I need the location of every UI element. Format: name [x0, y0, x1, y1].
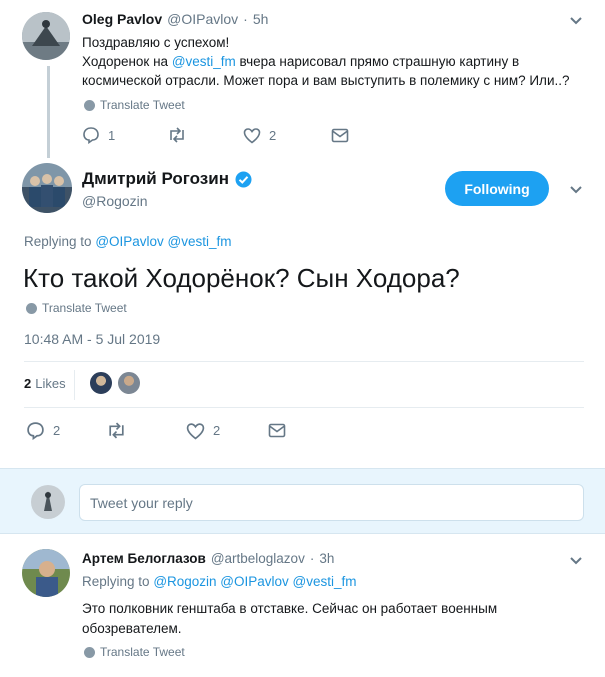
main-menu-chevron-icon[interactable]: [569, 183, 583, 197]
tweet1-text-line2-pre: Ходоренок на: [82, 54, 172, 69]
reply-input[interactable]: Tweet your reply: [79, 484, 584, 521]
verified-badge-icon: [235, 171, 252, 187]
tweet1-translate[interactable]: Translate Tweet: [84, 98, 185, 112]
reply-input-placeholder: Tweet your reply: [90, 494, 193, 511]
main-translate-label: Translate Tweet: [42, 301, 127, 315]
divider: [24, 361, 584, 362]
main-timestamp[interactable]: 10:48 AM - 5 Jul 2019: [24, 331, 160, 347]
composer-avatar[interactable]: [31, 485, 65, 519]
tweet3-handle[interactable]: @artbeloglazov: [211, 551, 305, 566]
tweet1-handle[interactable]: @OIPavlov: [167, 11, 238, 27]
tweet3-dot: ·: [309, 551, 315, 566]
liker-avatar-1[interactable]: [88, 370, 114, 396]
tweet1-time[interactable]: 5h: [253, 11, 269, 27]
globe-icon: [84, 99, 95, 111]
following-button[interactable]: Following: [445, 171, 549, 206]
avatar-artem[interactable]: [22, 549, 70, 597]
likes-stat[interactable]: 2 Likes: [24, 376, 66, 391]
tweet1-translate-label: Translate Tweet: [100, 98, 185, 112]
main-reply-button[interactable]: 2: [26, 421, 106, 440]
tweet3-menu-chevron-icon[interactable]: [569, 554, 583, 568]
globe-icon: [84, 646, 95, 658]
tweet1-text-line1: Поздравляю с успехом!: [82, 35, 230, 50]
thread-line: [47, 66, 50, 158]
retweet-icon: [170, 127, 184, 143]
tweet1-retweet-button[interactable]: [167, 126, 243, 144]
tweet1-text-line2-post: вчера нарисовал прямо страшную картину в: [235, 54, 520, 69]
main-like-button[interactable]: 2: [186, 421, 268, 440]
main-like-count: 2: [213, 423, 221, 438]
heart-icon: [186, 422, 205, 439]
tweet3-replying-label: Replying to: [82, 574, 150, 589]
tweet3-author-name[interactable]: Артем Белоглазов: [82, 551, 206, 566]
main-dm-button[interactable]: [268, 421, 286, 440]
tweet3-replying-mentions[interactable]: @Rogozin @OIPavlov @vesti_fm: [153, 574, 356, 589]
tweet1-like-count: 2: [269, 127, 277, 143]
main-retweet-button[interactable]: [106, 421, 186, 440]
envelope-icon: [268, 423, 286, 438]
main-author-name[interactable]: Дмитрий Рогозин: [82, 169, 229, 189]
tweet1-menu-chevron-icon[interactable]: [569, 14, 583, 28]
avatar-oleg-pavlov[interactable]: [22, 12, 70, 60]
main-tweet-text: Кто такой Ходорёнок? Сын Ходора?: [23, 263, 460, 293]
tweet1-mention-vesti[interactable]: @vesti_fm: [172, 54, 236, 69]
tweet1-reply-count: 1: [108, 127, 116, 143]
tweet3-translate[interactable]: Translate Tweet: [84, 645, 185, 659]
likes-separator: [74, 370, 75, 400]
liker-avatar-2[interactable]: [116, 370, 142, 396]
retweet-icon: [109, 422, 124, 439]
likes-label: Likes: [35, 376, 66, 391]
reply-icon: [83, 127, 99, 144]
tweet1-author-name[interactable]: Oleg Pavlov: [82, 11, 162, 27]
tweet1-dm-button[interactable]: [331, 126, 349, 144]
main-handle[interactable]: @Rogozin: [82, 193, 148, 209]
tweet3-text-line2: обозревателем.: [82, 621, 182, 636]
main-replying-label: Replying to: [24, 234, 92, 249]
reply-icon: [27, 422, 44, 440]
tweet1-reply-button[interactable]: 1: [82, 126, 167, 144]
tweet1-text-line3: космической отрасли. Может пора и вам вы…: [82, 73, 570, 88]
tweet1-like-button[interactable]: 2: [243, 126, 331, 144]
tweet3-text-line1: Это полковник генштаба в отставке. Сейча…: [82, 601, 498, 616]
heart-icon: [243, 127, 261, 144]
avatar-rogozin[interactable]: [22, 163, 72, 213]
tweet1-dot: ·: [243, 11, 248, 27]
main-translate[interactable]: Translate Tweet: [26, 301, 127, 315]
tweet3-time[interactable]: 3h: [319, 551, 334, 566]
globe-icon: [26, 302, 37, 314]
likes-count: 2: [24, 376, 32, 391]
main-reply-count: 2: [53, 423, 61, 438]
main-replying-mentions[interactable]: @OIPavlov @vesti_fm: [95, 234, 231, 249]
envelope-icon: [331, 128, 349, 142]
tweet3-translate-label: Translate Tweet: [100, 645, 185, 659]
divider: [24, 407, 584, 408]
